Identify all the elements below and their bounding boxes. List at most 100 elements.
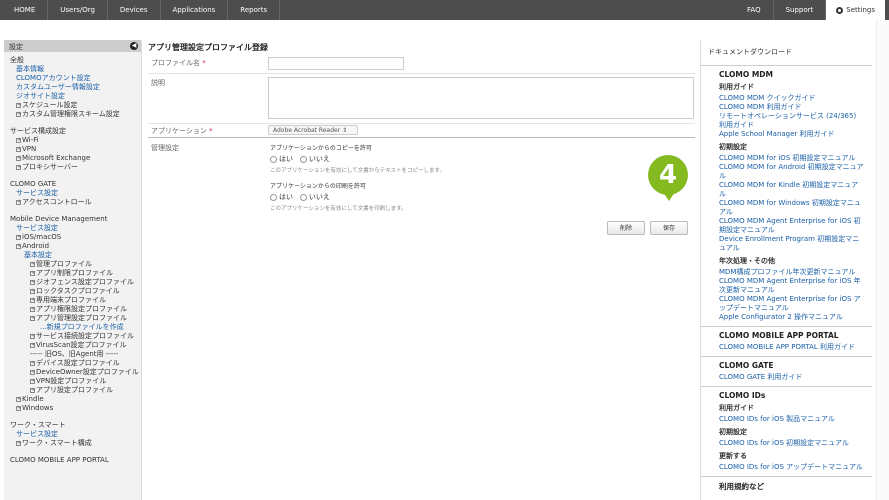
document-download-link[interactable]: CLOMO MDM Agent Enterprise for iOS アップデー… <box>719 295 865 313</box>
document-download-link[interactable]: CLOMO MDM for Android 初期設定マニュアル <box>719 163 865 181</box>
nav-item[interactable]: HOME <box>0 0 49 20</box>
expand-icon[interactable]: + <box>16 234 21 240</box>
expand-icon[interactable]: + <box>16 146 21 152</box>
page-scrollbar[interactable] <box>876 20 889 500</box>
download-subheading: 利用ガイド <box>719 83 754 91</box>
application-select[interactable]: Adobe Acrobat Reader ⇕ <box>268 125 358 135</box>
expand-icon[interactable]: + <box>16 199 21 205</box>
expand-icon[interactable]: + <box>30 306 35 312</box>
profile-name-input[interactable] <box>268 57 404 70</box>
sidebar-item[interactable]: 基本情報 <box>10 65 135 74</box>
sidebar-item[interactable]: +Kindle <box>10 395 135 404</box>
sidebar-item[interactable]: +VPN <box>10 145 135 154</box>
save-button[interactable]: 保存 <box>650 221 688 235</box>
sidebar-item[interactable]: +管理プロファイル <box>10 260 135 269</box>
sidebar-item[interactable]: +VPN設定プロファイル <box>10 377 135 386</box>
sidebar-item[interactable]: +Wi-Fi <box>10 136 135 145</box>
sidebar-item[interactable]: +iOS/macOS <box>10 233 135 242</box>
sidebar-item[interactable]: 基本設定 <box>10 251 135 260</box>
sidebar-item[interactable]: +DeviceOwner設定プロファイル <box>10 368 139 377</box>
sidebar-item[interactable]: +アプリ管理設定プロファイル <box>10 314 135 323</box>
expand-icon[interactable]: + <box>16 396 21 402</box>
expand-icon[interactable]: + <box>30 360 35 366</box>
sidebar-item[interactable]: CLOMOアカウント設定 <box>10 74 135 83</box>
document-download-link[interactable]: CLOMO IDs for iOS 製品マニュアル <box>719 415 865 424</box>
description-textarea[interactable] <box>268 77 694 119</box>
expand-icon[interactable]: + <box>30 387 35 393</box>
document-download-link[interactable]: CLOMO IDs for iOS 初期設定マニュアル <box>719 439 865 448</box>
expand-icon[interactable]: + <box>30 261 35 267</box>
document-download-link[interactable]: Apple Configurator 2 操作マニュアル <box>719 313 865 322</box>
sidebar-item[interactable]: +ワーク・スマート構成 <box>10 439 135 448</box>
copy-no-radio[interactable]: いいえ <box>299 154 330 164</box>
document-download-link[interactable]: CLOMO MOBILE APP PORTAL 利用ガイド <box>719 343 865 352</box>
sidebar-item[interactable]: カスタムユーザー情報設定 <box>10 83 135 92</box>
document-download-link[interactable]: CLOMO MDM クイックガイド <box>719 94 865 103</box>
delete-button[interactable]: 削除 <box>607 221 645 235</box>
sidebar-item[interactable]: +アクセスコントロール <box>10 198 135 207</box>
download-subheading: 年次処理・その他 <box>719 257 775 265</box>
document-download-link[interactable]: Device Enrollment Program 初期設定マニュアル <box>719 235 865 253</box>
document-download-link[interactable]: CLOMO MDM for iOS 初期設定マニュアル <box>719 154 865 163</box>
nav-item[interactable]: Reports <box>228 0 281 20</box>
document-download-link[interactable]: リモートオペレーションサービス (24/365) 利用ガイド <box>719 112 865 130</box>
sidebar-item[interactable]: +ロックタスクプロファイル <box>10 287 135 296</box>
sidebar-item[interactable]: +スケジュール設定 <box>10 101 135 110</box>
document-download-link[interactable]: Apple School Manager 利用ガイド <box>719 130 865 139</box>
document-download-link[interactable]: CLOMO MDM Agent Enterprise for iOS 初期設定マ… <box>719 217 865 235</box>
expand-icon[interactable]: + <box>16 111 21 117</box>
expand-icon[interactable]: + <box>16 243 21 249</box>
expand-icon[interactable]: + <box>16 155 21 161</box>
sidebar-item[interactable]: サービス設定 <box>10 189 135 198</box>
nav-item[interactable]: Devices <box>108 0 161 20</box>
collapse-sidebar-icon[interactable]: ◀ <box>130 42 138 50</box>
sidebar-item[interactable]: +プロキシサーバー <box>10 163 135 172</box>
expand-icon[interactable]: + <box>30 315 35 321</box>
copy-yes-radio[interactable]: はい <box>270 154 293 164</box>
expand-icon[interactable]: + <box>16 164 21 170</box>
sidebar-item[interactable]: +デバイス設定プロファイル <box>10 359 135 368</box>
expand-icon[interactable]: + <box>16 405 21 411</box>
sidebar-item[interactable]: +アプリ設定プロファイル <box>10 386 135 395</box>
document-download-link[interactable]: CLOMO MDM 利用ガイド <box>719 103 865 112</box>
nav-support[interactable]: Support <box>774 0 827 20</box>
sidebar-item[interactable]: +専用端末プロファイル <box>10 296 135 305</box>
document-download-link[interactable]: CLOMO MDM Agent Enterprise for iOS 年次更新マ… <box>719 277 865 295</box>
nav-item[interactable]: Applications <box>161 0 229 20</box>
expand-icon[interactable]: + <box>30 333 35 339</box>
document-download-link[interactable]: MDM構成プロファイル年次更新マニュアル <box>719 268 865 277</box>
sidebar-item[interactable]: +VirusScan設定プロファイル <box>10 341 135 350</box>
sidebar-item[interactable]: +ジオフェンス設定プロファイル <box>10 278 135 287</box>
expand-icon[interactable]: + <box>30 342 35 348</box>
expand-icon[interactable]: + <box>30 270 35 276</box>
nav-faq[interactable]: FAQ <box>735 0 774 20</box>
sidebar-item[interactable]: +Android <box>10 242 135 251</box>
expand-icon[interactable]: + <box>16 102 21 108</box>
nav-settings[interactable]: Settings <box>826 0 885 20</box>
document-download-link[interactable]: CLOMO MDM for Kindle 初期設定マニュアル <box>719 181 865 199</box>
expand-icon[interactable]: + <box>16 440 21 446</box>
sidebar-item[interactable]: サービス設定 <box>10 430 135 439</box>
print-yes-radio[interactable]: はい <box>270 192 293 202</box>
sidebar-item[interactable]: +サービス接続設定プロファイル <box>10 332 135 341</box>
sidebar-item[interactable]: +Windows <box>10 404 135 413</box>
document-download-link[interactable]: CLOMO GATE 利用ガイド <box>719 373 865 382</box>
sidebar-item[interactable]: +カスタム管理権限スキーム設定 <box>10 110 135 119</box>
expand-icon[interactable]: + <box>30 369 35 375</box>
sidebar-item[interactable]: +アプリ制限プロファイル <box>10 269 135 278</box>
sidebar-item[interactable]: ...新規プロファイルを作成 <box>10 323 135 332</box>
print-no-radio[interactable]: いいえ <box>299 192 330 202</box>
expand-icon[interactable]: + <box>30 288 35 294</box>
sidebar-item[interactable]: サービス設定 <box>10 224 135 233</box>
nav-item[interactable]: Users/Org <box>48 0 108 20</box>
expand-icon[interactable]: + <box>30 297 35 303</box>
expand-icon[interactable]: + <box>30 279 35 285</box>
print-radio-group: はい いいえ <box>270 192 407 203</box>
sidebar-item[interactable]: +Microsoft Exchange <box>10 154 135 163</box>
sidebar-item[interactable]: +アプリ権限設定プロファイル <box>10 305 135 314</box>
document-download-link[interactable]: CLOMO IDs for iOS アップデートマニュアル <box>719 463 865 472</box>
expand-icon[interactable]: + <box>30 378 35 384</box>
expand-icon[interactable]: + <box>16 137 21 143</box>
document-download-link[interactable]: CLOMO MDM for Windows 初期設定マニュアル <box>719 199 865 217</box>
sidebar-item[interactable]: ジオサイト設定 <box>10 92 135 101</box>
